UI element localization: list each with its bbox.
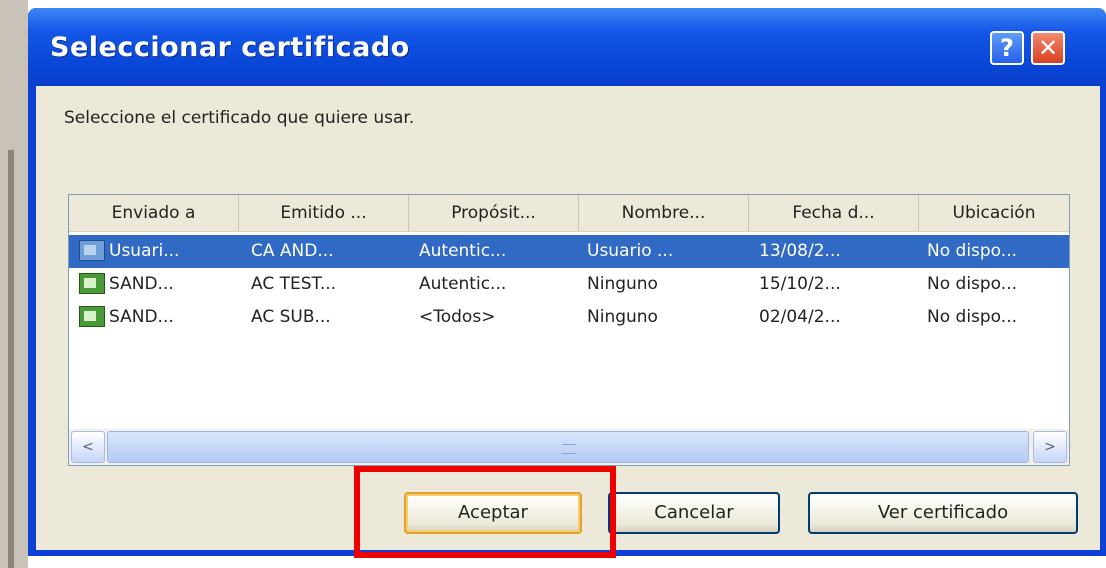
scroll-left-icon[interactable]: < — [71, 431, 105, 463]
column-header-purpose[interactable]: Propósit... — [409, 195, 579, 231]
close-icon[interactable]: ✕ — [1031, 31, 1065, 65]
scroll-thumb[interactable] — [107, 431, 1029, 463]
cell-name: Ninguno — [587, 307, 658, 327]
scroll-grip-icon — [562, 444, 576, 454]
cell-issued-by: AC SUB... — [251, 307, 331, 327]
cell-location: No dispo... — [927, 241, 1017, 261]
cancel-button[interactable]: Cancelar — [608, 492, 780, 534]
cell-issued-by: AC TEST... — [251, 274, 337, 294]
column-header-name[interactable]: Nombre... — [579, 195, 749, 231]
horizontal-scrollbar[interactable]: < > — [69, 429, 1069, 465]
cell-sent-to: SAND... — [109, 274, 174, 294]
help-icon[interactable]: ? — [990, 31, 1024, 65]
dialog-title: Seleccionar certificado — [50, 32, 410, 63]
scroll-right-icon[interactable]: > — [1033, 431, 1067, 463]
cell-sent-to: SAND... — [109, 307, 174, 327]
column-header-date[interactable]: Fecha d... — [749, 195, 919, 231]
title-bar[interactable]: Seleccionar certificado ? ✕ — [28, 8, 1106, 86]
cell-purpose: <Todos> — [419, 307, 496, 327]
certificate-list[interactable]: Enviado a Emitido ... Propósit... Nombre… — [68, 194, 1070, 466]
cell-name: Ninguno — [587, 274, 658, 294]
certificate-icon — [79, 240, 105, 261]
cell-location: No dispo... — [927, 307, 1017, 327]
highlight-box — [354, 466, 616, 558]
cell-location: No dispo... — [927, 274, 1017, 294]
cell-name: Usuario ... — [587, 241, 674, 261]
table-row[interactable]: SAND... AC TEST... Autentic... Ninguno 1… — [69, 268, 1069, 301]
cell-purpose: Autentic... — [419, 274, 507, 294]
view-certificate-button[interactable]: Ver certificado — [808, 492, 1078, 534]
background-window-edge — [0, 0, 28, 568]
list-header: Enviado a Emitido ... Propósit... Nombre… — [69, 195, 1069, 232]
cell-issued-by: CA AND... — [251, 241, 334, 261]
cell-purpose: Autentic... — [419, 241, 507, 261]
certificate-icon — [79, 273, 105, 294]
cell-sent-to: Usuari... — [109, 241, 180, 261]
column-header-sent-to[interactable]: Enviado a — [69, 195, 239, 231]
cell-date: 15/10/2... — [759, 274, 841, 294]
cell-date: 02/04/2... — [759, 307, 841, 327]
table-row[interactable]: SAND... AC SUB... <Todos> Ninguno 02/04/… — [69, 301, 1069, 334]
instruction-text: Seleccione el certificado que quiere usa… — [64, 108, 415, 128]
column-header-issued-by[interactable]: Emitido ... — [239, 195, 409, 231]
certificate-icon — [79, 306, 105, 327]
table-row[interactable]: Usuari... CA AND... Autentic... Usuario … — [69, 235, 1069, 268]
column-header-location[interactable]: Ubicación — [919, 195, 1069, 231]
cell-date: 13/08/2... — [759, 241, 841, 261]
